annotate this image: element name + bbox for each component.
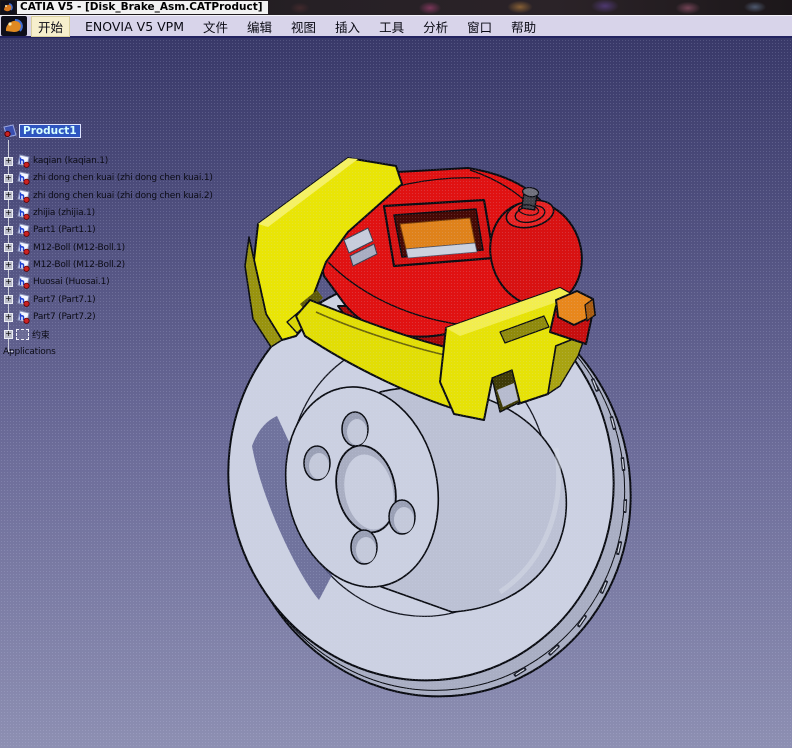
menu-item-edit[interactable]: 编辑 xyxy=(243,16,276,37)
product-root-icon xyxy=(3,124,17,138)
menu-item-help[interactable]: 帮助 xyxy=(507,16,540,37)
tree-item-label[interactable]: M12-Boll (M12-Boll.1) xyxy=(33,243,125,253)
tree-item-label[interactable]: zhi dong chen kuai (zhi dong chen kuai.2… xyxy=(33,191,213,201)
component-icon xyxy=(16,154,30,168)
tree-expand-box[interactable]: + xyxy=(4,330,13,339)
component-icon xyxy=(16,171,30,185)
component-icon xyxy=(16,258,30,272)
catia-start-icon[interactable] xyxy=(1,16,27,36)
component-icon xyxy=(16,310,30,324)
title-bar[interactable]: CATIA V5 - [Disk_Brake_Asm.CATProduct] xyxy=(0,0,792,15)
tree-expand-box[interactable]: + xyxy=(4,313,13,322)
tree-item[interactable]: + Part7 (Part7.1) xyxy=(0,292,95,308)
menu-item-tools[interactable]: 工具 xyxy=(375,16,408,37)
tree-root-label[interactable]: Product1 xyxy=(19,124,81,138)
lug-hole[interactable] xyxy=(389,500,415,534)
menu-item-view[interactable]: 视图 xyxy=(287,16,320,37)
tree-item[interactable]: + zhi dong chen kuai (zhi dong chen kuai.… xyxy=(0,170,213,186)
lug-hole[interactable] xyxy=(351,530,377,564)
catia-logo-icon xyxy=(1,1,15,14)
catia-window: Product1 + kaqian (kaqian.1) + zhi dong che… xyxy=(0,0,792,748)
tree-expand-box[interactable]: + xyxy=(4,209,13,218)
menu-item-enovia[interactable]: ENOVIA V5 VPM xyxy=(81,18,188,35)
tree-item[interactable]: + M12-Boll (M12-Boll.1) xyxy=(0,240,125,256)
tree-expand-box[interactable]: + xyxy=(4,226,13,235)
tree-item-label[interactable]: zhi dong chen kuai (zhi dong chen kuai.1… xyxy=(33,173,213,183)
tree-item[interactable]: + Part7 (Part7.2) xyxy=(0,309,95,325)
lug-hole[interactable] xyxy=(304,446,330,480)
tree-expand-box[interactable]: + xyxy=(4,191,13,200)
tree-item-label[interactable]: Part1 (Part1.1) xyxy=(33,225,95,235)
tree-item-label[interactable]: Part7 (Part7.1) xyxy=(33,295,95,305)
menu-item-file[interactable]: 文件 xyxy=(199,16,232,37)
tree-expand-box[interactable]: + xyxy=(4,295,13,304)
tree-item[interactable]: + Part1 (Part1.1) xyxy=(0,222,95,238)
component-icon xyxy=(16,241,30,255)
component-icon xyxy=(16,275,30,289)
menu-item-insert[interactable]: 插入 xyxy=(331,16,364,37)
tree-item-label[interactable]: Huosai (Huosai.1) xyxy=(33,277,109,287)
tree-expand-box[interactable]: + xyxy=(4,261,13,270)
tree-item-label[interactable]: 约束 xyxy=(32,328,50,341)
menu-item-start[interactable]: 开始 xyxy=(31,16,70,37)
lug-hole[interactable] xyxy=(342,412,368,446)
tree-item[interactable]: + zhi dong chen kuai (zhi dong chen kuai.… xyxy=(0,188,213,204)
tree-item[interactable]: + M12-Boll (M12-Boll.2) xyxy=(0,257,125,273)
component-icon xyxy=(16,293,30,307)
tree-expand-box[interactable]: + xyxy=(4,157,13,166)
component-icon xyxy=(16,223,30,237)
tree-expand-box[interactable]: + xyxy=(4,278,13,287)
tree-item[interactable]: + zhijia (zhijia.1) xyxy=(0,205,95,221)
spec-tree: Product1 + kaqian (kaqian.1) + zhi dong che… xyxy=(0,0,260,440)
tree-item-label[interactable]: Applications xyxy=(3,347,56,357)
tree-item[interactable]: + kaqian (kaqian.1) xyxy=(0,153,108,169)
tree-item-label[interactable]: zhijia (zhijia.1) xyxy=(33,208,95,218)
tree-item-label[interactable]: kaqian (kaqian.1) xyxy=(33,156,108,166)
constraints-icon xyxy=(16,329,29,340)
tree-item-label[interactable]: Part7 (Part7.2) xyxy=(33,312,95,322)
tree-root-product[interactable]: Product1 xyxy=(0,123,81,139)
menu-item-window[interactable]: 窗口 xyxy=(463,16,496,37)
menu-bar: 开始 ENOVIA V5 VPM 文件 编辑 视图 插入 工具 分析 窗口 帮助 xyxy=(0,15,792,38)
tree-item-label[interactable]: M12-Boll (M12-Boll.2) xyxy=(33,260,125,270)
tree-expand-box[interactable]: + xyxy=(4,243,13,252)
window-title: CATIA V5 - [Disk_Brake_Asm.CATProduct] xyxy=(17,1,268,14)
component-icon xyxy=(16,206,30,220)
tree-expand-box[interactable]: + xyxy=(4,174,13,183)
component-icon xyxy=(16,189,30,203)
tree-item[interactable]: + Huosai (Huosai.1) xyxy=(0,274,109,290)
tree-item[interactable]: + 约束 xyxy=(0,327,50,343)
menu-item-analyze[interactable]: 分析 xyxy=(419,16,452,37)
tree-item[interactable]: Applications xyxy=(0,344,56,360)
